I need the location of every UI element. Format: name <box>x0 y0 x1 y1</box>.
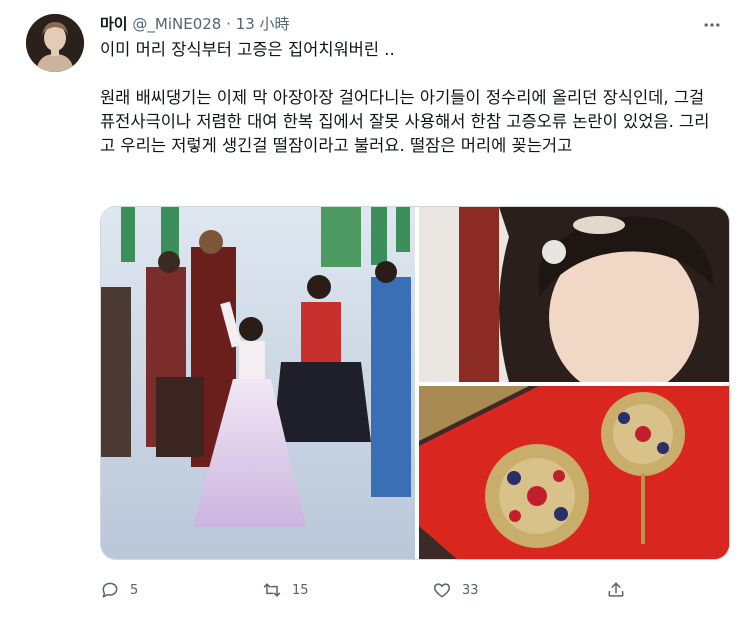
separator: · <box>226 15 231 33</box>
more-button[interactable] <box>699 14 725 36</box>
handle[interactable]: @_MiNE028 <box>132 15 221 33</box>
hairpin-photo <box>419 386 729 559</box>
display-name[interactable]: 마이 <box>100 15 128 33</box>
more-icon <box>704 23 720 27</box>
retweet-button[interactable]: 15 <box>262 575 309 605</box>
share-icon <box>608 582 624 597</box>
closeup-photo <box>419 207 729 382</box>
media-grid <box>100 206 730 560</box>
like-button[interactable]: 33 <box>432 575 479 605</box>
media-photo-hairpin[interactable] <box>419 386 729 559</box>
retweet-icon <box>263 583 281 597</box>
media-photo-ceremony[interactable] <box>101 207 415 559</box>
like-count: 33 <box>462 582 479 598</box>
reply-button[interactable]: 5 <box>100 575 138 605</box>
timestamp[interactable]: 13 小時 <box>236 15 290 33</box>
tweet-actions: 5 15 33 <box>100 575 630 605</box>
ceremony-photo <box>101 207 415 559</box>
reply-icon <box>102 582 118 598</box>
retweet-count: 15 <box>292 582 309 598</box>
share-button[interactable] <box>606 575 626 605</box>
tweet-text: 이미 머리 장식부터 고증은 집어치워버린 .. 원래 배씨댕기는 이제 막 아… <box>100 40 710 155</box>
media-photo-closeup[interactable] <box>419 207 729 382</box>
avatar-image <box>26 14 84 72</box>
heart-icon <box>433 583 451 598</box>
tweet-header: 마이 @_MiNE028 · 13 小時 <box>100 14 290 34</box>
avatar[interactable] <box>26 14 84 72</box>
reply-count: 5 <box>130 582 139 598</box>
